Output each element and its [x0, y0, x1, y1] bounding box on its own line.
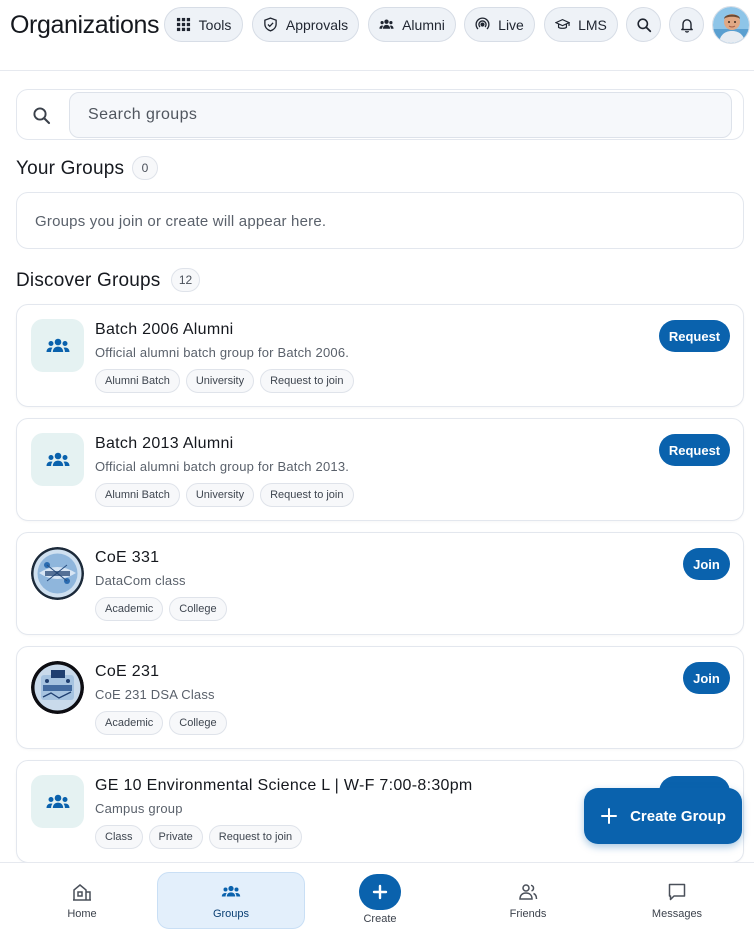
group-tag: Academic	[95, 711, 164, 735]
graduation-cap-icon	[555, 18, 571, 29]
approvals-label: Approvals	[285, 16, 349, 33]
group-avatar	[31, 433, 84, 486]
group-tag: Academic	[95, 597, 164, 621]
group-description: Campus group	[95, 801, 183, 816]
group-tags: Alumni Batch University Request to join	[95, 483, 354, 507]
friends-icon	[519, 884, 538, 900]
nav-groups-label: Groups	[212, 908, 250, 920]
nav-home-label: Home	[67, 908, 97, 920]
nav-messages[interactable]: Messages	[602, 863, 752, 930]
message-icon	[668, 883, 686, 901]
join-button[interactable]: Join	[683, 662, 730, 694]
group-name[interactable]: CoE 231	[95, 663, 159, 681]
user-avatar[interactable]	[712, 6, 750, 44]
search-icon	[33, 107, 51, 125]
group-tag: Request to join	[208, 825, 303, 849]
empty-state-text: Groups you join or create will appear he…	[35, 213, 327, 230]
nav-messages-label: Messages	[651, 908, 703, 920]
alumni-button[interactable]: Alumni	[368, 7, 456, 42]
group-avatar	[31, 319, 84, 372]
bell-icon	[680, 18, 693, 33]
discover-groups-title: Discover Groups	[16, 270, 161, 291]
group-people-icon	[46, 794, 69, 808]
broadcast-icon	[475, 17, 490, 30]
group-name[interactable]: Batch 2013 Alumni	[95, 435, 234, 453]
group-tag: Request to join	[260, 483, 354, 507]
home-icon	[73, 884, 91, 901]
group-card[interactable]: CoE 331 DataCom class Academic College J…	[16, 532, 744, 635]
create-group-label: Create Group	[630, 807, 726, 825]
groups-icon	[221, 885, 241, 897]
notifications-button[interactable]	[669, 7, 704, 42]
approvals-button[interactable]: Approvals	[252, 7, 359, 42]
plus-icon	[601, 808, 618, 824]
group-description: CoE 231 DSA Class	[95, 687, 215, 702]
your-groups-count: 0	[132, 156, 158, 180]
group-tags: Academic College	[95, 711, 227, 735]
app-title: Organizations	[10, 11, 160, 39]
group-tag: College	[169, 711, 227, 735]
group-card[interactable]: Batch 2006 Alumni Official alumni batch …	[16, 304, 744, 407]
top-header: Organizations Tools Approvals Alumni Liv…	[0, 0, 754, 71]
group-tags: Class Private Request to join	[95, 825, 303, 849]
plus-icon	[372, 884, 388, 900]
live-button[interactable]: Live	[464, 7, 535, 42]
request-button[interactable]: Request	[659, 434, 730, 466]
profile-photo-icon	[713, 7, 749, 43]
group-card[interactable]: Batch 2013 Alumni Official alumni batch …	[16, 418, 744, 521]
your-groups-empty-card: Groups you join or create will appear he…	[16, 192, 744, 249]
request-button[interactable]: Request	[659, 320, 730, 352]
dsa-logo-icon	[31, 661, 84, 714]
search-icon	[636, 17, 651, 32]
search-card	[16, 89, 744, 140]
nav-create-button[interactable]	[359, 874, 401, 910]
group-avatar	[31, 775, 84, 828]
group-tag: University	[185, 369, 255, 393]
group-name[interactable]: Batch 2006 Alumni	[95, 321, 234, 339]
tools-label: Tools	[198, 16, 232, 33]
group-tag: Alumni Batch	[95, 369, 180, 393]
group-tags: Academic College	[95, 597, 227, 621]
your-groups-title: Your Groups	[16, 158, 125, 179]
group-tag: Class	[95, 825, 143, 849]
group-tag: Request to join	[260, 369, 354, 393]
shield-check-icon	[264, 17, 277, 32]
lms-label: LMS	[578, 16, 607, 33]
group-name[interactable]: CoE 331	[95, 549, 159, 567]
tools-button[interactable]: Tools	[164, 7, 243, 42]
group-tags: Alumni Batch University Request to join	[95, 369, 354, 393]
group-image	[31, 661, 84, 714]
bottom-nav: Home Groups Create Friends Messages	[0, 862, 754, 930]
group-name[interactable]: GE 10 Environmental Science L | W-F 7:00…	[95, 777, 473, 795]
search-groups-input[interactable]	[69, 92, 732, 138]
nav-groups[interactable]: Groups	[156, 863, 306, 930]
people-icon	[379, 19, 394, 29]
group-tag: Alumni Batch	[95, 483, 180, 507]
discover-groups-count: 12	[171, 268, 200, 292]
join-button[interactable]: Join	[683, 548, 730, 580]
grid-icon	[176, 17, 190, 32]
group-image	[31, 547, 84, 600]
live-label: Live	[498, 16, 524, 33]
search-button[interactable]	[626, 7, 661, 42]
lms-button[interactable]: LMS	[544, 7, 618, 42]
nav-create-label: Create	[363, 913, 397, 925]
group-tag: University	[185, 483, 255, 507]
group-people-icon	[46, 452, 69, 466]
datacom-logo-icon	[31, 547, 84, 600]
nav-friends[interactable]: Friends	[453, 863, 603, 930]
group-description: DataCom class	[95, 573, 186, 588]
nav-home[interactable]: Home	[7, 863, 157, 930]
group-tag: Private	[148, 825, 203, 849]
alumni-label: Alumni	[402, 16, 445, 33]
group-description: Official alumni batch group for Batch 20…	[95, 345, 350, 360]
create-group-button[interactable]: Create Group	[584, 788, 742, 844]
group-description: Official alumni batch group for Batch 20…	[95, 459, 350, 474]
group-card[interactable]: CoE 231 CoE 231 DSA Class Academic Colle…	[16, 646, 744, 749]
nav-friends-label: Friends	[509, 908, 547, 920]
group-tag: College	[169, 597, 227, 621]
group-people-icon	[46, 338, 69, 352]
